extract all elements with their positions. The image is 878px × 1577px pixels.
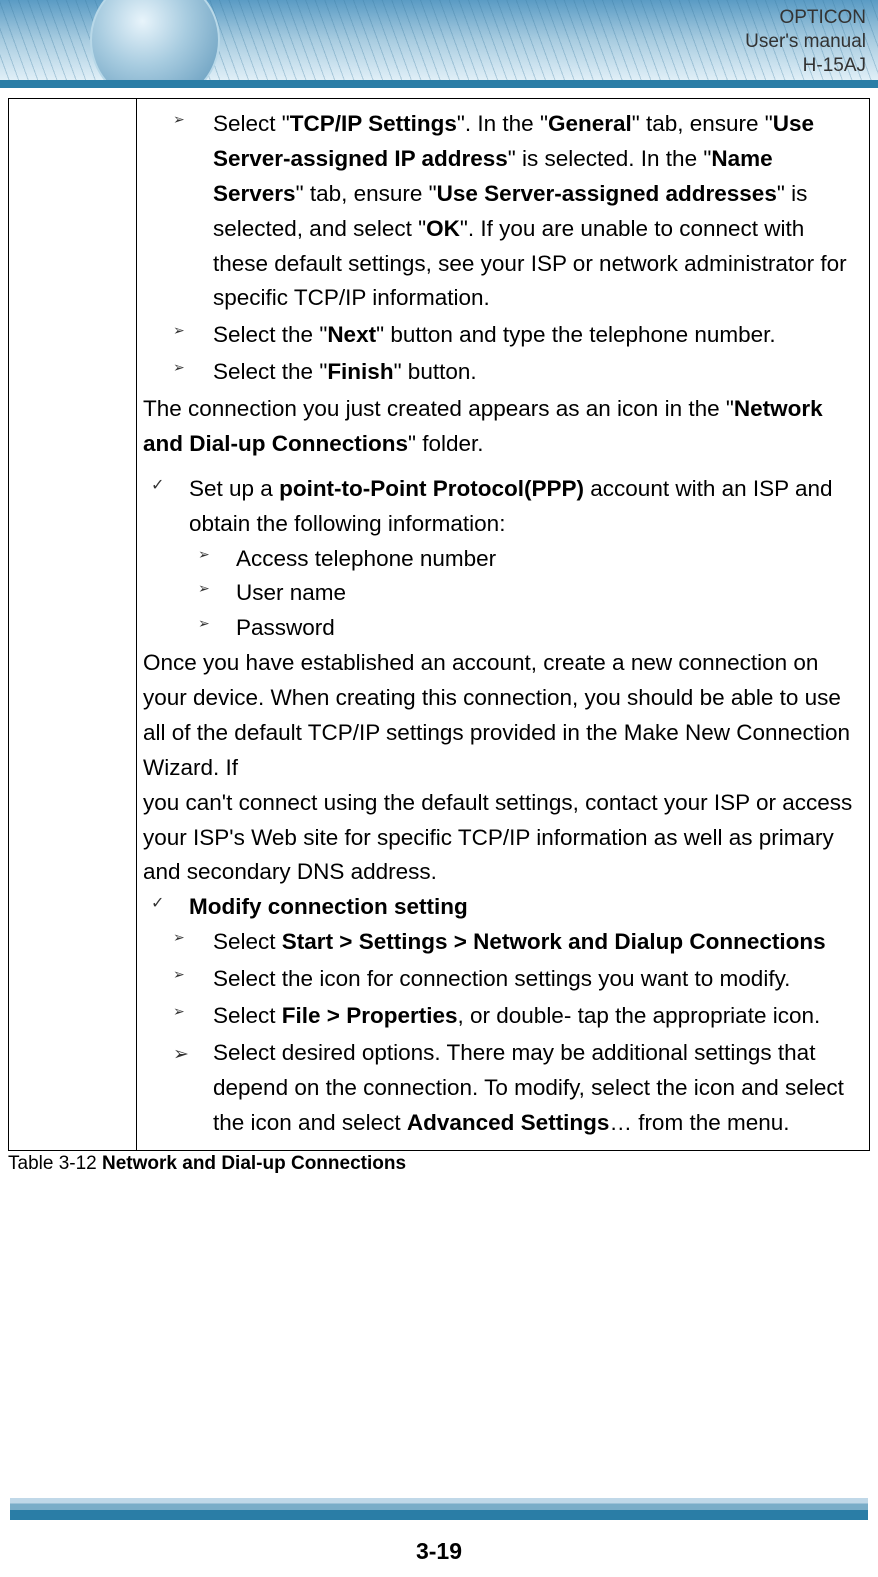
brand-name: OPTICON — [745, 6, 866, 30]
text: " tab, ensure " — [296, 181, 437, 206]
text: Access telephone number — [236, 546, 496, 571]
text: you can't connect using the default sett… — [143, 790, 852, 815]
bold-text: Next — [327, 322, 376, 347]
table-caption: Table 3-12 Network and Dial-up Connectio… — [8, 1151, 870, 1175]
list-item: Select the "Next" button and type the te… — [173, 318, 863, 353]
header-divider-bar — [0, 80, 878, 88]
model-number: H-15AJ — [745, 54, 866, 78]
paragraph: your ISP's Web site for specific TCP/IP … — [143, 821, 863, 891]
text: Select the " — [213, 359, 327, 384]
text: " button and type the telephone number. — [376, 322, 776, 347]
text: " is selected. In the " — [508, 146, 712, 171]
text: your ISP's Web site for specific TCP/IP … — [143, 825, 834, 885]
list-item: User name — [198, 576, 863, 611]
main-content-table: Select "TCP/IP Settings". In the "Genera… — [8, 98, 870, 1151]
header-text-block: OPTICON User's manual H-15AJ — [745, 6, 866, 77]
right-content-cell: Select "TCP/IP Settings". In the "Genera… — [137, 99, 870, 1151]
caption-bold: Network and Dial-up Connections — [102, 1153, 406, 1174]
text: User name — [236, 580, 346, 605]
text: Select " — [213, 111, 290, 136]
text: Set up a — [189, 476, 279, 501]
list-item: Password — [198, 611, 863, 646]
bold-text: OK — [426, 216, 460, 241]
paragraph: The connection you just created appears … — [143, 392, 863, 462]
list-item: Select Start > Settings > Network and Di… — [173, 925, 863, 960]
bold-text: Advanced Settings — [407, 1110, 610, 1135]
text: … from the menu. — [609, 1110, 789, 1135]
bold-text: Use Server-assigned addresses — [437, 181, 777, 206]
list-item: Set up a point-to-Point Protocol(PPP) ac… — [151, 472, 863, 542]
bold-text: TCP/IP Settings — [290, 111, 457, 136]
check-list-ppp: Set up a point-to-Point Protocol(PPP) ac… — [143, 472, 863, 542]
footer-area: 3-19 — [0, 1498, 878, 1577]
text: " tab, ensure " — [632, 111, 773, 136]
list-item: Select the icon for connection settings … — [173, 962, 863, 997]
footer-decoration-bars — [10, 1498, 868, 1520]
header-decoration-circle — [90, 0, 220, 80]
arrow-list-modify: Select Start > Settings > Network and Di… — [143, 925, 863, 1034]
arrow-list-top: Select "TCP/IP Settings". In the "Genera… — [143, 107, 863, 390]
text: Select the icon for connection settings … — [213, 966, 790, 991]
text: ". In the " — [457, 111, 548, 136]
bold-text: File > Properties — [282, 1003, 458, 1028]
bold-text: Start > Settings > Network and Dialup Co… — [282, 929, 826, 954]
check-list-modify: Modify connection setting — [143, 890, 863, 925]
text: Select the " — [213, 322, 327, 347]
text: Once you have established an account, cr… — [143, 650, 850, 780]
text: Select — [213, 1003, 282, 1028]
list-item: Select the "Finish" button. — [173, 355, 863, 390]
list-item: Select File > Properties, or double- tap… — [173, 999, 863, 1034]
paragraph: you can't connect using the default sett… — [143, 786, 863, 821]
page-number: 3-19 — [0, 1520, 878, 1577]
nested-arrow-list: Access telephone number User name Passwo… — [143, 542, 863, 647]
text: " button. — [394, 359, 477, 384]
content-wrapper: Select "TCP/IP Settings". In the "Genera… — [0, 88, 878, 1175]
text: The connection you just created appears … — [143, 396, 734, 421]
text: Select — [213, 929, 282, 954]
table-row: Select "TCP/IP Settings". In the "Genera… — [9, 99, 870, 1151]
text: , or double- tap the appropriate icon. — [458, 1003, 821, 1028]
text: Password — [236, 615, 335, 640]
list-item: Select desired options. There may be add… — [173, 1036, 863, 1141]
arrow-list-modify-last: Select desired options. There may be add… — [143, 1036, 863, 1141]
list-item: Modify connection setting — [151, 890, 863, 925]
header-banner: OPTICON User's manual H-15AJ — [0, 0, 878, 80]
bold-text: point-to-Point Protocol(PPP) — [279, 476, 584, 501]
bold-text: Modify connection setting — [189, 894, 468, 919]
left-cell-empty — [9, 99, 137, 1151]
manual-subtitle: User's manual — [745, 30, 866, 54]
list-item: Select "TCP/IP Settings". In the "Genera… — [173, 107, 863, 316]
paragraph: Once you have established an account, cr… — [143, 646, 863, 786]
bold-text: Finish — [327, 359, 393, 384]
caption-text: Table 3-12 — [8, 1153, 102, 1174]
text: " folder. — [408, 431, 484, 456]
list-item: Access telephone number — [198, 542, 863, 577]
bold-text: General — [548, 111, 632, 136]
